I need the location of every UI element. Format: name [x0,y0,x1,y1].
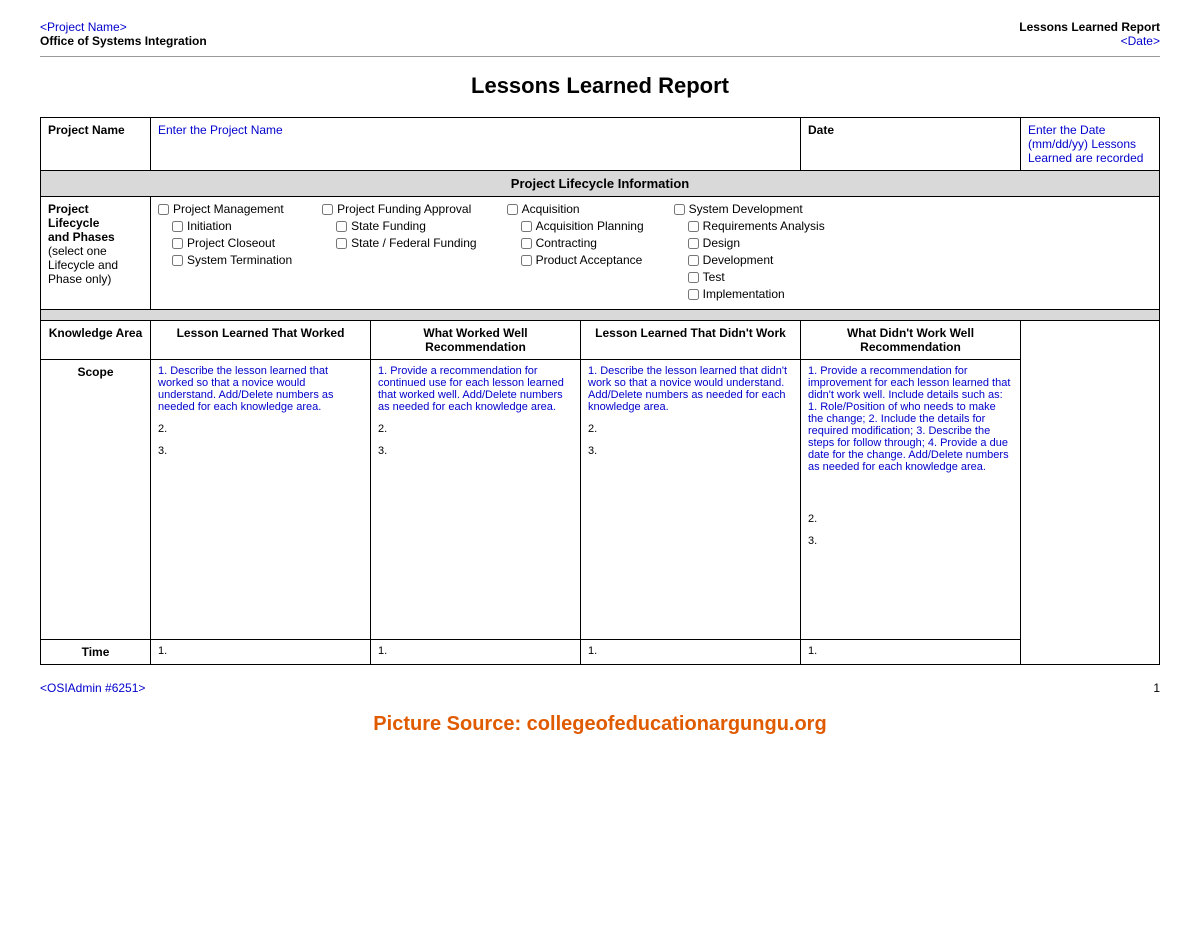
main-table: Project Name Enter the Project Name Date… [40,117,1160,665]
checkbox-test[interactable]: Test [674,270,825,284]
doc-footer: <OSIAdmin #6251> 1 [40,681,1160,695]
lifecycle-header-row: Project Lifecycle Information [41,171,1160,197]
col-header-knowledge-area: Knowledge Area [41,321,151,360]
project-name-placeholder: Enter the Project Name [158,123,283,137]
checkbox-system-termination[interactable]: System Termination [158,253,292,267]
project-name-value-cell[interactable]: Enter the Project Name [151,118,801,171]
col-header-didnt-work-rec: What Didn't Work Well Recommendation [801,321,1021,360]
time-area-label: Time [41,640,151,665]
lifecycle-col1: Project Management Initiation Project Cl… [158,202,292,304]
time-didnt-work-cell[interactable]: 1. [581,640,801,665]
spacer-row [41,310,1160,321]
checkbox-acquisition[interactable]: Acquisition [507,202,644,216]
scope-didnt-work-cell[interactable]: 1. Describe the lesson learned that didn… [581,360,801,640]
checkbox-acquisition-planning[interactable]: Acquisition Planning [507,219,644,233]
admin-link[interactable]: <OSIAdmin #6251> [40,681,145,695]
scope-row: Scope 1. Describe the lesson learned tha… [41,360,1160,640]
doc-header-right: Lessons Learned Report <Date> [1019,20,1160,48]
header-org-name: Office of Systems Integration [40,34,207,48]
lifecycle-phases-cell: Project Management Initiation Project Cl… [151,197,1160,310]
time-didnt-work-rec-cell[interactable]: 1. [801,640,1021,665]
project-name-label: Project Name [41,118,151,171]
scope-area-label: Scope [41,360,151,640]
page: <Project Name> Office of Systems Integra… [0,0,1200,756]
checkbox-initiation[interactable]: Initiation [158,219,292,233]
col-header-worked: Lesson Learned That Worked [151,321,371,360]
checkbox-project-funding[interactable]: Project Funding Approval [322,202,476,216]
scope-worked-cell[interactable]: 1. Describe the lesson learned that work… [151,360,371,640]
lifecycle-section-header: Project Lifecycle Information [41,171,1160,197]
doc-header-left: <Project Name> Office of Systems Integra… [40,20,207,48]
checkbox-design[interactable]: Design [674,236,825,250]
checkbox-requirements-analysis[interactable]: Requirements Analysis [674,219,825,233]
time-worked-rec-cell[interactable]: 1. [371,640,581,665]
column-headers-row: Knowledge Area Lesson Learned That Worke… [41,321,1160,360]
page-number: 1 [1153,681,1160,695]
project-name-row: Project Name Enter the Project Name Date… [41,118,1160,171]
lifecycle-label: Project Lifecycle and Phases (select one… [41,197,151,310]
col-header-worked-rec: What Worked Well Recommendation [371,321,581,360]
scope-didnt-work-rec-cell[interactable]: 1. Provide a recommendation for improvem… [801,360,1021,640]
scope-worked-rec-cell[interactable]: 1. Provide a recommendation for continue… [371,360,581,640]
page-title: Lessons Learned Report [40,73,1160,99]
checkbox-development[interactable]: Development [674,253,825,267]
checkbox-system-development[interactable]: System Development [674,202,825,216]
date-label: Date [801,118,1021,171]
doc-header: <Project Name> Office of Systems Integra… [40,20,1160,57]
checkbox-state-federal-funding[interactable]: State / Federal Funding [322,236,476,250]
checkbox-state-funding[interactable]: State Funding [322,219,476,233]
date-placeholder: Enter the Date (mm/dd/yy) Lessons Learne… [1028,123,1143,165]
lifecycle-row: Project Lifecycle and Phases (select one… [41,197,1160,310]
picture-source: Picture Source: collegeofeducationargung… [40,713,1160,736]
date-value-cell[interactable]: Enter the Date (mm/dd/yy) Lessons Learne… [1021,118,1160,171]
time-row: Time 1. 1. 1. 1. [41,640,1160,665]
header-project-name-link[interactable]: <Project Name> [40,20,127,34]
header-report-title: Lessons Learned Report [1019,20,1160,34]
checkbox-product-acceptance[interactable]: Product Acceptance [507,253,644,267]
time-worked-cell[interactable]: 1. [151,640,371,665]
checkbox-implementation[interactable]: Implementation [674,287,825,301]
header-date-link[interactable]: <Date> [1121,34,1160,48]
lifecycle-col4: System Development Requirements Analysis… [674,202,825,304]
col-header-didnt-work: Lesson Learned That Didn't Work [581,321,801,360]
lifecycle-col2: Project Funding Approval State Funding S… [322,202,476,304]
checkbox-project-closeout[interactable]: Project Closeout [158,236,292,250]
checkbox-contracting[interactable]: Contracting [507,236,644,250]
checkbox-project-management[interactable]: Project Management [158,202,292,216]
lifecycle-col3: Acquisition Acquisition Planning Contrac… [507,202,644,304]
